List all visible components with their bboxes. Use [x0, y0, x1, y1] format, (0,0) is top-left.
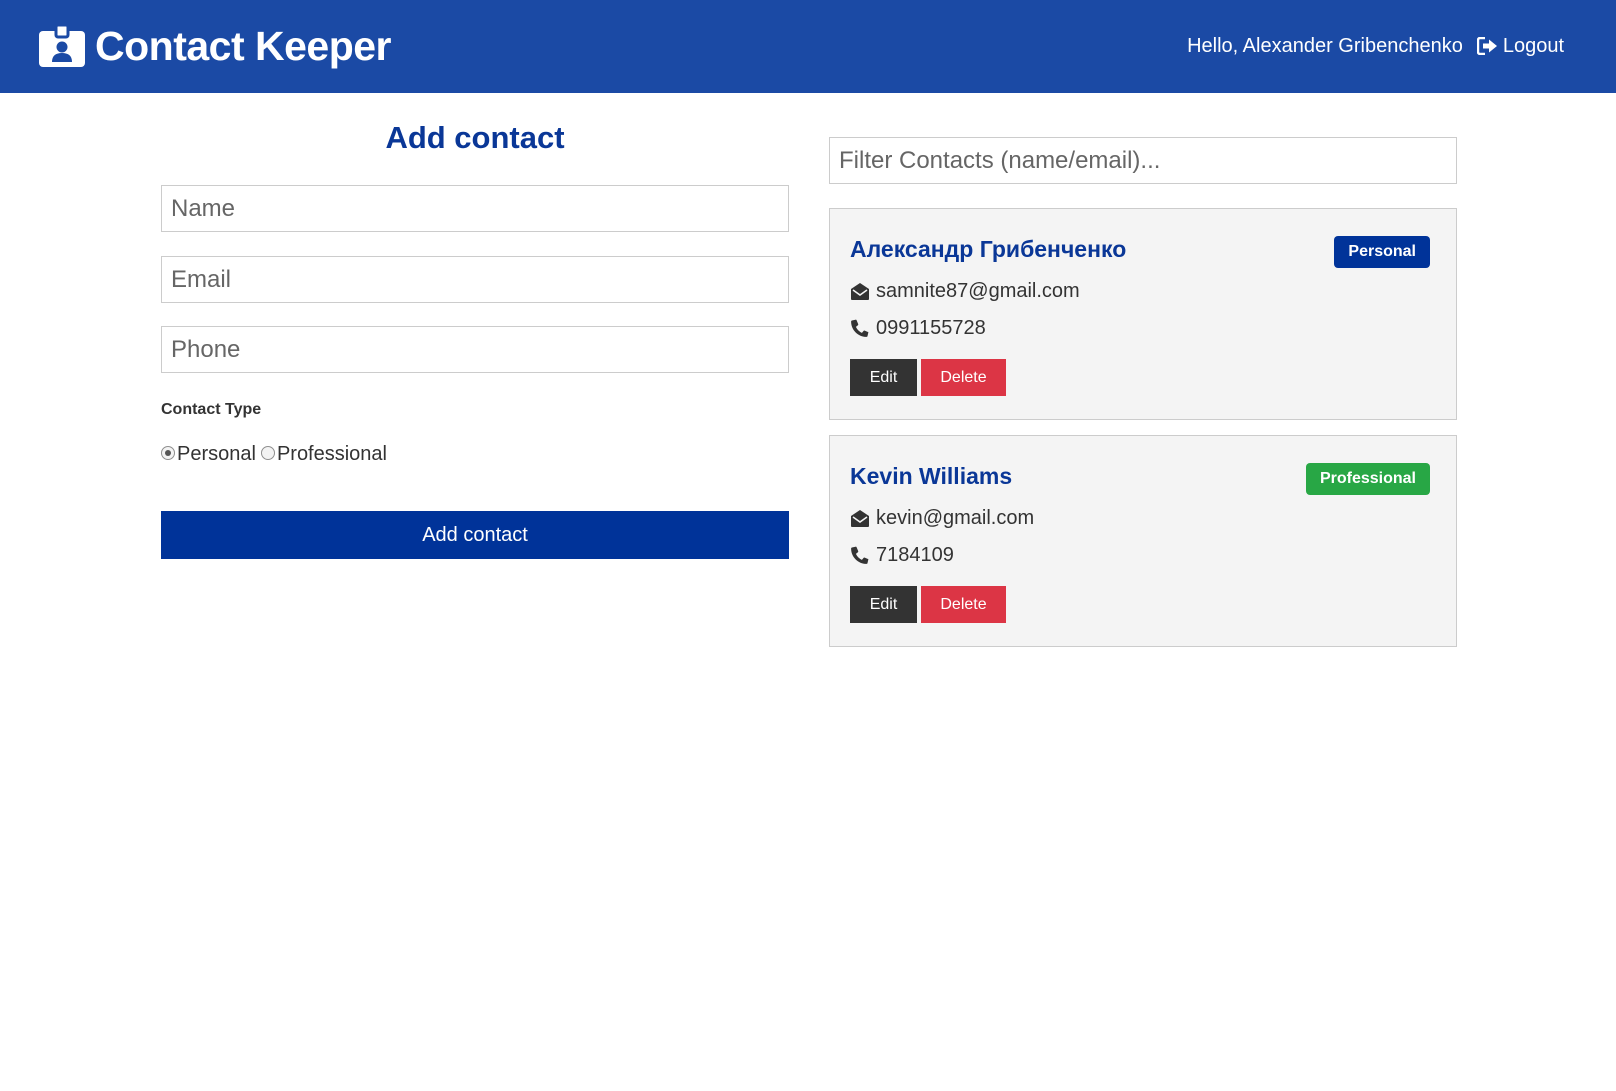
logout-label: Logout: [1502, 35, 1564, 57]
contacts-panel: Александр Грибенченко Personal samnite87…: [829, 137, 1457, 647]
user-greeting: Hello, Alexander Gribenchenko: [1187, 35, 1463, 57]
radio-professional-button[interactable]: [260, 445, 275, 460]
logout-link[interactable]: Logout: [1476, 33, 1564, 59]
contact-phone-text: 7184109: [876, 544, 954, 566]
radio-professional[interactable]: Professional: [260, 443, 387, 466]
contact-card: Александр Грибенченко Personal samnite87…: [829, 208, 1457, 420]
contact-type-label: Contact Type: [161, 401, 262, 418]
id-badge-icon: [39, 25, 85, 67]
contact-email-text: samnite87@gmail.com: [876, 280, 1080, 302]
contact-name: Александр Грибенченко: [850, 236, 1127, 262]
contact-phone: 0991155728: [850, 315, 986, 341]
phone-input[interactable]: [161, 326, 789, 373]
contact-type-options: Personal Professional: [161, 443, 392, 466]
name-input[interactable]: [161, 185, 789, 232]
add-contact-button[interactable]: Add contact: [161, 511, 789, 559]
brand[interactable]: Contact Keeper: [39, 22, 392, 70]
phone-icon: [851, 546, 869, 564]
filter-input[interactable]: [829, 137, 1457, 184]
envelope-open-icon: [851, 283, 869, 300]
email-input[interactable]: [161, 256, 789, 303]
envelope-open-icon: [851, 510, 869, 527]
delete-button[interactable]: Delete: [921, 586, 1006, 623]
app-title: Contact Keeper: [95, 23, 392, 69]
radio-professional-label: Professional: [276, 443, 387, 465]
edit-button[interactable]: Edit: [850, 586, 917, 623]
add-contact-form: Add contact Contact Type Personal Profes…: [161, 93, 789, 559]
contact-type-badge: Professional: [1305, 463, 1430, 495]
form-title: Add contact: [385, 120, 565, 155]
contact-email-text: kevin@gmail.com: [876, 507, 1035, 529]
phone-icon: [851, 319, 869, 337]
contact-email: kevin@gmail.com: [850, 505, 1034, 531]
contact-name: Kevin Williams: [850, 463, 1013, 489]
radio-personal-button[interactable]: [161, 445, 175, 460]
contact-card: Kevin Williams Professional kevin@gmail.…: [829, 435, 1457, 647]
delete-button[interactable]: Delete: [921, 359, 1006, 396]
nav-user-area: Hello, Alexander Gribenchenko Logout: [1187, 33, 1564, 59]
contact-type-badge: Personal: [1334, 236, 1430, 268]
radio-personal[interactable]: Personal: [161, 443, 256, 466]
contact-phone: 7184109: [850, 542, 954, 568]
contact-email: samnite87@gmail.com: [850, 278, 1080, 304]
sign-out-icon: [1476, 37, 1497, 55]
radio-personal-label: Personal: [177, 443, 256, 465]
edit-button[interactable]: Edit: [850, 359, 917, 396]
contact-phone-text: 0991155728: [876, 317, 986, 339]
navbar: Contact Keeper Hello, Alexander Gribench…: [0, 0, 1616, 93]
